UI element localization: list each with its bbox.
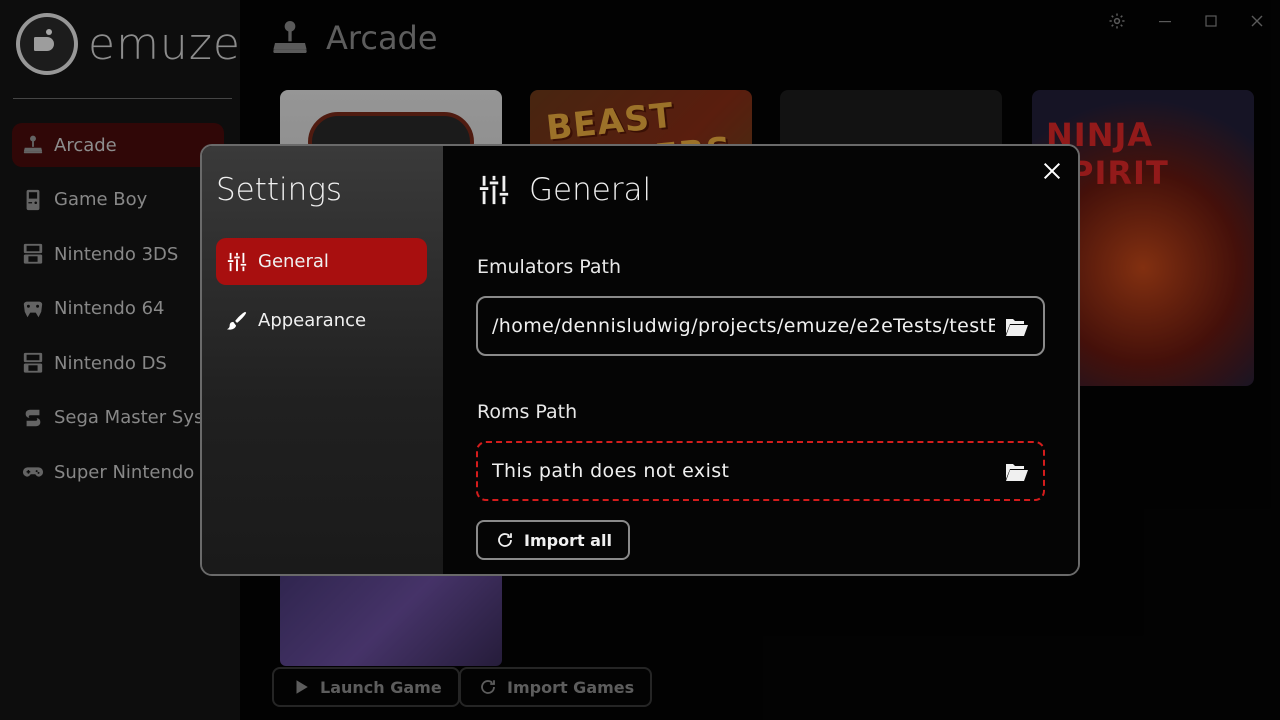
gamepad-icon xyxy=(22,461,44,483)
app-logo: emuze xyxy=(16,12,241,76)
section-title: General xyxy=(529,172,652,208)
sidebar-item-label: Nintendo 3DS xyxy=(54,243,179,265)
brush-icon xyxy=(226,310,248,332)
ds-icon xyxy=(22,243,44,265)
import-games-label: Import Games xyxy=(507,677,635,697)
page-title: Arcade xyxy=(326,19,438,57)
roms-path-error: This path does not exist xyxy=(492,460,730,482)
gameboy-icon xyxy=(22,189,44,211)
sidebar-item-label: Arcade xyxy=(54,134,117,156)
sidebar-item-game-boy[interactable]: Game Boy xyxy=(12,178,224,222)
minimize-icon[interactable] xyxy=(1154,10,1176,32)
refresh-icon xyxy=(479,678,497,696)
sidebar-item-nintendo-3ds[interactable]: Nintendo 3DS xyxy=(12,232,224,276)
sidebar-item-label: Game Boy xyxy=(54,189,148,210)
sidebar-item-nintendo-64[interactable]: Nintendo 64 xyxy=(12,287,224,331)
sidebar-item-sega-master-system[interactable]: Sega Master System xyxy=(12,396,224,440)
import-all-label: Import all xyxy=(524,530,612,550)
sliders-icon xyxy=(226,251,248,273)
sidebar-item-label: Nintendo 64 xyxy=(54,298,165,319)
sidebar-divider xyxy=(13,98,232,99)
app-name: emuze xyxy=(88,18,241,70)
refresh-icon xyxy=(496,531,514,549)
roms-path-field[interactable]: This path does not exist xyxy=(476,441,1045,501)
settings-nav-label: General xyxy=(258,251,329,272)
import-all-button[interactable]: Import all xyxy=(476,520,630,560)
settings-nav-label: Appearance xyxy=(258,310,367,331)
sidebar-item-arcade[interactable]: Arcade xyxy=(12,123,224,167)
settings-sidebar: Settings General Appearance xyxy=(202,146,443,574)
settings-title: Settings xyxy=(216,172,343,208)
platform-list: Arcade Game Boy Nintendo 3DS Nintendo 64… xyxy=(12,123,224,505)
sega-icon xyxy=(22,407,44,429)
settings-content: General Emulators Path /home/dennisludwi… xyxy=(443,146,1078,574)
sidebar-item-label: Sega Master System xyxy=(54,407,224,428)
game-card[interactable] xyxy=(280,574,502,666)
ds-icon xyxy=(22,352,44,374)
emulators-path-value: /home/dennisludwig/projects/emuze/e2eTes… xyxy=(492,315,995,337)
sidebar-item-label: Super Nintendo xyxy=(54,461,195,483)
settings-modal: Settings General Appearance General Emul… xyxy=(200,144,1080,576)
sidebar-item-super-nintendo[interactable]: Super Nintendo xyxy=(12,450,224,494)
folder-open-icon[interactable] xyxy=(1005,461,1029,483)
joystick-icon xyxy=(270,18,310,58)
emulators-path-label: Emulators Path xyxy=(477,256,622,278)
penguin-logo-icon xyxy=(16,13,78,75)
import-games-button[interactable]: Import Games xyxy=(459,667,653,707)
maximize-icon[interactable] xyxy=(1200,10,1222,32)
launch-game-button[interactable]: Launch Game xyxy=(272,667,460,707)
roms-path-label: Roms Path xyxy=(477,401,578,423)
folder-open-icon[interactable] xyxy=(1005,316,1029,338)
close-icon[interactable] xyxy=(1041,160,1063,182)
n64-controller-icon xyxy=(22,298,44,320)
sliders-icon xyxy=(477,173,511,207)
joystick-icon xyxy=(22,134,44,156)
page-header: Arcade xyxy=(270,18,438,58)
section-header: General xyxy=(477,172,651,208)
settings-nav: General Appearance xyxy=(216,238,427,356)
launch-game-label: Launch Game xyxy=(320,677,442,697)
settings-nav-appearance[interactable]: Appearance xyxy=(216,297,427,344)
sidebar-item-label: Nintendo DS xyxy=(54,352,167,374)
sidebar-item-nintendo-ds[interactable]: Nintendo DS xyxy=(12,341,224,385)
settings-nav-general[interactable]: General xyxy=(216,238,427,285)
play-icon xyxy=(292,678,310,696)
emulators-path-field[interactable]: /home/dennisludwig/projects/emuze/e2eTes… xyxy=(476,296,1045,356)
close-window-icon[interactable] xyxy=(1246,10,1268,32)
settings-gear-icon[interactable] xyxy=(1106,10,1128,32)
